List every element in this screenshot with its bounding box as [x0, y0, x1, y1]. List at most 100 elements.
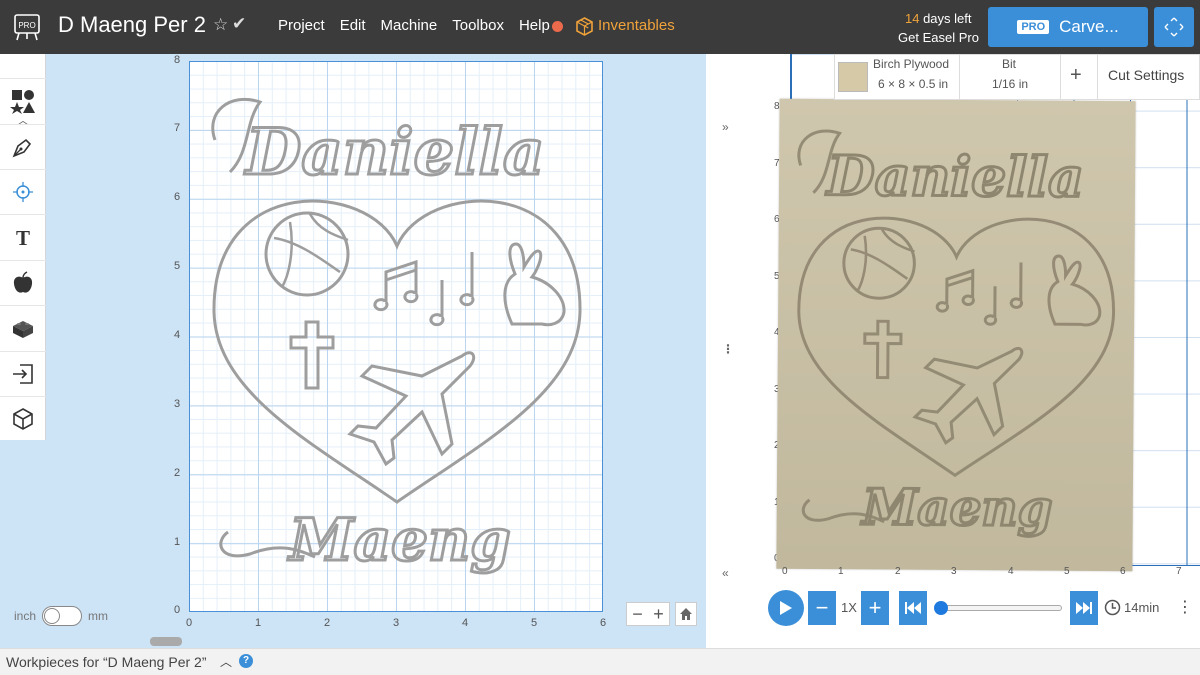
design-x-tick: 1	[255, 617, 262, 629]
design-x-tick: 6	[600, 617, 607, 629]
menu-machine[interactable]: Machine	[381, 17, 438, 34]
playback-speed: 1X	[841, 600, 857, 615]
preview-x-tick: 3	[951, 566, 957, 577]
help-icon[interactable]: ?	[239, 654, 253, 668]
zoom-in-button[interactable]: +	[653, 604, 664, 625]
inventables-link[interactable]: Inventables	[598, 17, 675, 34]
cut-settings-button[interactable]: Cut Settings	[1108, 67, 1184, 83]
workpiece-sheet[interactable]: Daniella Maeng	[189, 61, 603, 612]
add-bit-button[interactable]: +	[1070, 64, 1082, 87]
expand-left-icon[interactable]: «	[722, 566, 729, 580]
design-y-tick: 0	[174, 604, 181, 616]
menu-toolbox[interactable]: Toolbox	[452, 17, 504, 34]
carve-button[interactable]: PRO Carve...	[988, 7, 1148, 47]
design-y-tick: 4	[174, 329, 181, 341]
design-name-top: Daniella	[244, 115, 545, 190]
text-tool[interactable]: T	[0, 214, 46, 258]
home-view-button[interactable]	[675, 602, 697, 626]
pro-badge: PRO	[1017, 20, 1050, 34]
home-icon	[680, 608, 692, 620]
fullscreen-button[interactable]	[1154, 7, 1194, 47]
notification-dot	[552, 21, 563, 32]
unit-mm-label: mm	[88, 609, 109, 623]
workpieces-label[interactable]: Workpieces for “D Maeng Per 2”	[6, 654, 206, 670]
faster-button[interactable]: +	[861, 591, 889, 625]
menu-help[interactable]: Help	[519, 17, 550, 34]
unit-switch[interactable]	[42, 606, 83, 626]
design-artwork[interactable]: Daniella Maeng	[190, 62, 604, 613]
import-icon	[13, 363, 33, 384]
star-icon[interactable]: ☆	[213, 15, 228, 35]
menu-edit[interactable]: Edit	[340, 17, 366, 34]
clock-icon	[1104, 599, 1121, 616]
zoom-out-button[interactable]: −	[632, 604, 643, 625]
design-y-tick: 1	[174, 536, 181, 548]
bit-header: Bit	[1002, 57, 1017, 71]
design-y-tick: 2	[174, 467, 181, 479]
parts-tool[interactable]	[0, 305, 46, 349]
text-icon: T	[16, 226, 30, 250]
easel-logo-icon[interactable]: PRO	[12, 12, 42, 42]
get-pro-link[interactable]: Get Easel Pro	[898, 30, 979, 45]
material-dimensions[interactable]: 6 × 8 × 0.5 in	[878, 77, 948, 91]
horizontal-scrollbar[interactable]	[150, 637, 182, 646]
material-name[interactable]: Birch Plywood	[873, 57, 949, 71]
carve-time: 14min	[1124, 600, 1160, 615]
shapes-tool[interactable]	[0, 78, 46, 122]
material-swatch[interactable]	[838, 62, 868, 92]
point-tool[interactable]	[0, 169, 46, 213]
pen-icon	[12, 138, 32, 157]
check-icon: ✔	[232, 14, 247, 33]
rabbit-shape	[503, 242, 566, 327]
drag-handle-icon[interactable]: ⋮	[722, 342, 734, 356]
apple-icon	[13, 270, 33, 293]
logo-text: PRO	[18, 21, 35, 30]
project-title[interactable]: D Maeng Per 2	[58, 12, 206, 38]
design-y-tick: 7	[174, 122, 181, 134]
unit-toggle: inch mm	[14, 606, 108, 626]
design-y-tick: 3	[174, 398, 181, 410]
material-separator	[959, 54, 960, 100]
airplane-shape	[347, 351, 476, 467]
unit-inch-label: inch	[14, 609, 37, 623]
play-icon	[780, 601, 792, 615]
inventables-icon	[576, 17, 593, 36]
preview-x-tick: 0	[782, 566, 788, 577]
expand-right-icon[interactable]: »	[722, 120, 729, 134]
import-tool[interactable]	[0, 351, 46, 395]
skip-end-button[interactable]	[1070, 591, 1098, 625]
cross-shape	[289, 320, 335, 390]
design-name-bottom: Maeng	[287, 506, 510, 574]
pen-tool[interactable]	[0, 124, 46, 168]
material-preview[interactable]: Daniella Maeng	[776, 98, 1136, 572]
tool-sidebar: ︿ T	[0, 54, 46, 440]
top-bar: PRO D Maeng Per 2 ☆ ✔ Project Edit Machi…	[0, 0, 1200, 54]
play-button[interactable]	[768, 590, 804, 626]
bit-value[interactable]: 1/16 in	[992, 77, 1028, 91]
carve-label: Carve...	[1059, 17, 1119, 36]
design-y-tick: 6	[174, 191, 181, 203]
trial-days: 14 days left	[905, 11, 972, 26]
chevron-up-icon[interactable]: ︿	[220, 653, 232, 670]
shapes-icon	[10, 89, 35, 114]
skip-back-icon	[905, 602, 921, 614]
playback-slider-knob[interactable]	[934, 601, 948, 615]
design-x-tick: 3	[393, 617, 400, 629]
design-x-tick: 2	[324, 617, 331, 629]
rewind-button[interactable]	[899, 591, 927, 625]
design-x-tick: 0	[186, 617, 193, 629]
more-options-icon[interactable]: ⋮	[1177, 597, 1193, 617]
carved-artwork: Daniella Maeng	[797, 129, 1116, 539]
slower-button[interactable]: −	[808, 591, 836, 625]
carved-name-top: Daniella	[825, 144, 1084, 210]
cube-icon	[13, 407, 33, 430]
playback-slider[interactable]	[940, 605, 1062, 611]
design-x-tick: 5	[531, 617, 538, 629]
3d-tool[interactable]	[0, 396, 46, 440]
preview-x-tick: 4	[1008, 566, 1014, 577]
menu-project[interactable]: Project	[278, 17, 325, 34]
preview-x-tick: 2	[895, 566, 901, 577]
preview-x-tick: 1	[838, 566, 844, 577]
preview-x-tick: 5	[1064, 566, 1070, 577]
apps-tool[interactable]	[0, 260, 46, 304]
